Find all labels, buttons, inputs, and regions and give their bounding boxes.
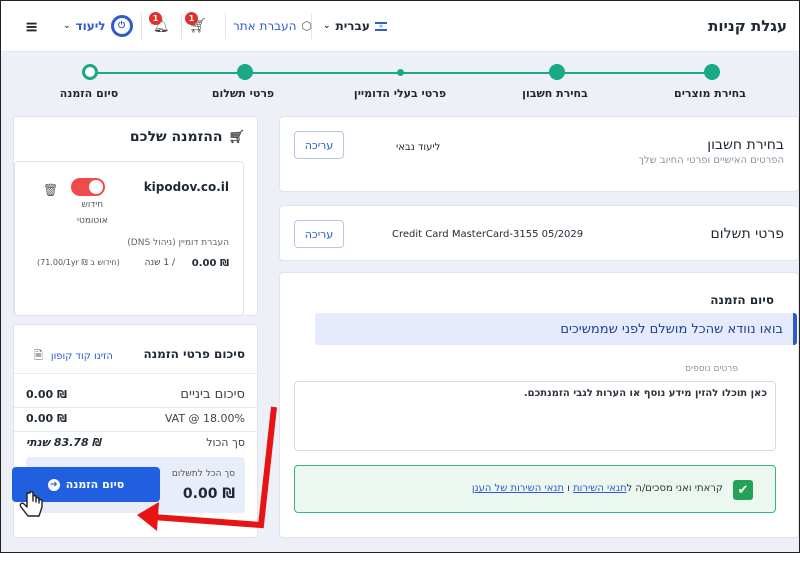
summary-title: סיכום פרטי הזמנה [143,347,245,361]
flag-icon: ✡ [374,21,387,31]
your-order-card: 🛒︎ ההזמנה שלכם kipodov.co.il 🗑︎ חידוש או… [13,116,258,316]
account-card: בחירת חשבון הפרטים האישיים ופרטי החיוב ש… [279,116,799,192]
notes-label: פרטים נוספים [685,364,738,374]
payment-card: פרטי תשלום Credit Card MasterCard-3155 0… [279,205,799,261]
step-5-dot [82,64,98,80]
transfer-label: העברת אתר [233,19,297,33]
auto-renew-label-line2: אוטומטי [77,216,108,226]
arrow-right-circle-icon: ➔ [47,478,60,491]
account-value: ליעוד נבאי [396,142,441,153]
top-header: עגלת קניות ✡ עברית ⌄ ⬡ העברת אתר 🛒︎ 1 🔔︎… [1,1,799,52]
auto-renew-label: חידוש אוטומטי [77,200,108,226]
total-value: ₪ 83.78 שנתי [26,436,102,449]
step-2-label[interactable]: בחירת חשבון [522,87,588,100]
subtotal-label: סיכום ביניים [180,387,245,402]
subtotal-row: סיכום ביניים ₪ 0.00 [26,387,245,402]
finish-order-card: סיום הזמנה בואו נוודא שהכל מושלם לפני שמ… [279,272,799,538]
coupon-label: הזינו קוד קופון [50,351,113,362]
coupon-link[interactable]: הזינו קוד קופון 🗎 [34,347,113,366]
header-divider [141,13,142,39]
auto-renew-label-line1: חידוש [81,200,104,210]
notifications-badge: 1 [149,12,162,25]
header-divider [225,13,226,39]
service-name: העברת דומיין (ניהול DNS) [127,238,229,248]
step-2-dot [549,64,565,80]
logo[interactable]: עגלת קניות [708,17,787,35]
hamburger-menu-icon[interactable]: ≡ [25,15,38,37]
notes-textarea[interactable]: כאן תוכלו להזין מידע נוסף או הערות לגבי … [294,381,776,451]
user-menu[interactable]: ⏻ ליעוד ⌄ [63,15,133,37]
header-divider [181,13,182,39]
terms-prefix: קראתי ואני מסכים/ה ל [626,483,723,494]
finish-button-label: סיום הזמנה [65,478,125,491]
cart-button[interactable]: 🛒︎ 1 [185,12,207,37]
finish-title: סיום הזמנה [710,293,774,307]
item-period: / 1 שנה [144,258,175,268]
subtotal-value: ₪ 0.00 [26,388,67,401]
payment-title: פרטי תשלום [710,226,785,242]
divider [14,373,257,374]
annotation-arrow [137,406,277,531]
language-selector[interactable]: ✡ עברית ⌄ [323,15,387,37]
edit-payment-button[interactable]: עריכה [294,220,344,248]
trash-icon[interactable]: 🗑︎ [43,183,58,197]
chevron-down-icon: ⌄ [63,21,71,31]
order-item: kipodov.co.il 🗑︎ חידוש אוטומטי העברת דומ… [14,161,244,316]
payment-value: Credit Card MasterCard-3155 05/2029 [392,229,584,240]
app-frame: עגלת קניות ✡ עברית ⌄ ⬡ העברת אתר 🛒︎ 1 🔔︎… [0,0,800,553]
account-subtitle: הפרטים האישיים ופרטי החיוב שלך [638,155,784,166]
step-3-label[interactable]: פרטי בעלי הדומיין [354,87,446,100]
step-4-dot [237,64,253,80]
notes-placeholder: כאן תוכלו להזין מידע נוסף או הערות לגבי … [523,388,767,399]
step-1-dot [704,64,720,80]
info-text: בואו נוודא שהכל מושלם לפני שממשיכים [560,321,783,337]
step-1-label[interactable]: בחירת מוצרים [674,87,746,100]
domain-name: kipodov.co.il [143,180,229,194]
hand-pointer-icon [19,491,43,517]
step-3-dot [397,69,404,76]
power-icon: ⏻ [110,15,133,37]
document-icon: 🗎 [34,349,43,362]
cart-badge: 1 [185,12,198,25]
item-renewal: (חידוש ב ₪ 71.00/1yr) [37,258,120,267]
cloud-terms-link[interactable]: תנאי השירות של הענן [472,483,564,494]
terms-text: קראתי ואני מסכים/ה לתנאי השירות ו תנאי ה… [472,483,723,494]
terms-of-service-link[interactable]: תנאי השירות [573,483,626,494]
account-title: בחירת חשבון [707,137,784,153]
notifications-button[interactable]: 🔔︎ 1 [149,12,170,37]
auto-renew-toggle[interactable] [71,178,105,196]
order-title-wrap: 🛒︎ ההזמנה שלכם [130,129,245,145]
info-banner: בואו נוודא שהכל מושלם לפני שממשיכים [315,313,797,345]
check-icon: ✔ [737,482,749,498]
chevron-down-icon: ⌄ [323,21,331,31]
terms-checkbox[interactable]: ✔ [733,480,753,500]
transfer-site-link[interactable]: ⬡ העברת אתר [233,15,312,37]
order-title: ההזמנה שלכם [129,129,223,145]
terms-and: ו [563,483,574,494]
item-price: ₪ 0.00 [191,258,229,269]
user-name: ליעוד [75,19,106,33]
box-icon: ⬡ [301,19,312,33]
edit-account-button[interactable]: עריכה [294,131,344,159]
terms-box: ✔ קראתי ואני מסכים/ה לתנאי השירות ו תנאי… [294,465,776,513]
cart-icon: 🛒︎ [228,129,245,145]
language-label: עברית [335,19,370,33]
vat-value: ₪ 0.00 [26,412,67,425]
step-5-label: סיום הזמנה [59,87,119,100]
step-4-label[interactable]: פרטי תשלום [212,87,274,100]
